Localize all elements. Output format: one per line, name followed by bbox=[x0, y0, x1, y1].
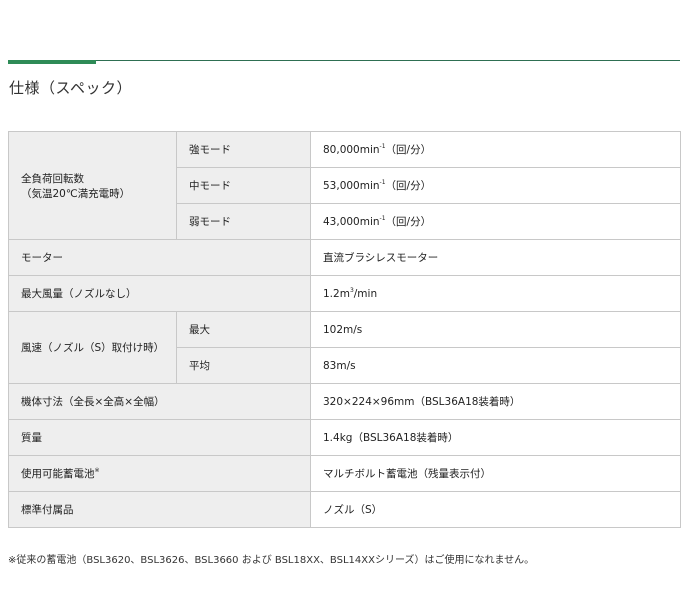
spec-value: 83m/s bbox=[310, 347, 681, 384]
spec-sublabel: 中モード bbox=[176, 167, 311, 204]
spec-value: 102m/s bbox=[310, 311, 681, 348]
spec-label-windspeed: 風速（ノズル（S）取付け時） bbox=[8, 311, 177, 384]
table-row: 標準付属品 ノズル（S） bbox=[8, 491, 681, 528]
spec-label-airflow: 最大風量（ノズルなし） bbox=[8, 275, 311, 312]
table-row: 全負荷回転数 （気温20℃満充電時） 強モード 80,000min-1（回/分） bbox=[8, 131, 681, 240]
spec-label-battery: 使用可能蓄電池※ bbox=[8, 455, 311, 492]
spec-label-dimensions: 機体寸法（全長×全高×全幅） bbox=[8, 383, 311, 420]
spec-label-accessory: 標準付属品 bbox=[8, 491, 311, 528]
spec-value-motor: 直流ブラシレスモーター bbox=[310, 239, 681, 276]
value-number: 1.2m bbox=[323, 288, 350, 300]
value-unit: （回/分） bbox=[385, 144, 432, 156]
section-divider bbox=[8, 60, 680, 61]
spec-value-dimensions: 320×224×96mm（BSL36A18装着時） bbox=[310, 383, 681, 420]
spec-value: 43,000min-1（回/分） bbox=[310, 203, 681, 240]
battery-label-text: 使用可能蓄電池 bbox=[21, 468, 95, 480]
spec-value-weight: 1.4kg（BSL36A18装着時） bbox=[310, 419, 681, 456]
section-divider-accent bbox=[8, 60, 96, 64]
table-row: 風速（ノズル（S）取付け時） 最大 102m/s bbox=[8, 311, 681, 384]
table-row: 質量 1.4kg（BSL36A18装着時） bbox=[8, 419, 681, 456]
value-number: 43,000min bbox=[323, 216, 380, 228]
value-number: 53,000min bbox=[323, 180, 380, 192]
spec-value: 80,000min-1（回/分） bbox=[310, 131, 681, 168]
footnote: ※従来の蓄電池（BSL3620、BSL3626、BSL3660 および BSL1… bbox=[8, 555, 535, 566]
spec-value: 53,000min-1（回/分） bbox=[310, 167, 681, 204]
footnote-mark: ※ bbox=[94, 467, 100, 474]
value-number: 80,000min bbox=[323, 144, 380, 156]
spec-sublabel: 最大 bbox=[176, 311, 311, 348]
spec-label-speed-line1: 全負荷回転数 bbox=[21, 172, 84, 185]
spec-value-accessory: ノズル（S） bbox=[310, 491, 681, 528]
spec-value-airflow: 1.2m3/min bbox=[310, 275, 681, 312]
table-row: 機体寸法（全長×全高×全幅） 320×224×96mm（BSL36A18装着時） bbox=[8, 383, 681, 420]
value-unit: （回/分） bbox=[385, 216, 432, 228]
spec-value-battery: マルチボルト蓄電池（残量表示付） bbox=[310, 455, 681, 492]
spec-sublabel: 平均 bbox=[176, 347, 311, 384]
spec-sublabel: 強モード bbox=[176, 131, 311, 168]
spec-label-weight: 質量 bbox=[8, 419, 311, 456]
spec-table: 全負荷回転数 （気温20℃満充電時） 強モード 80,000min-1（回/分）… bbox=[8, 131, 681, 528]
value-unit: （回/分） bbox=[385, 180, 432, 192]
spec-label-speed-line2: （気温20℃満充電時） bbox=[21, 187, 131, 200]
spec-sublabel: 弱モード bbox=[176, 203, 311, 240]
spec-label-motor: モーター bbox=[8, 239, 311, 276]
table-row: 最大風量（ノズルなし） 1.2m3/min bbox=[8, 275, 681, 312]
table-row: 使用可能蓄電池※ マルチボルト蓄電池（残量表示付） bbox=[8, 455, 681, 492]
table-row: モーター 直流ブラシレスモーター bbox=[8, 239, 681, 276]
section-title: 仕様（スペック） bbox=[9, 79, 132, 97]
spec-label-speed: 全負荷回転数 （気温20℃満充電時） bbox=[8, 131, 177, 240]
value-unit: /min bbox=[353, 288, 378, 300]
